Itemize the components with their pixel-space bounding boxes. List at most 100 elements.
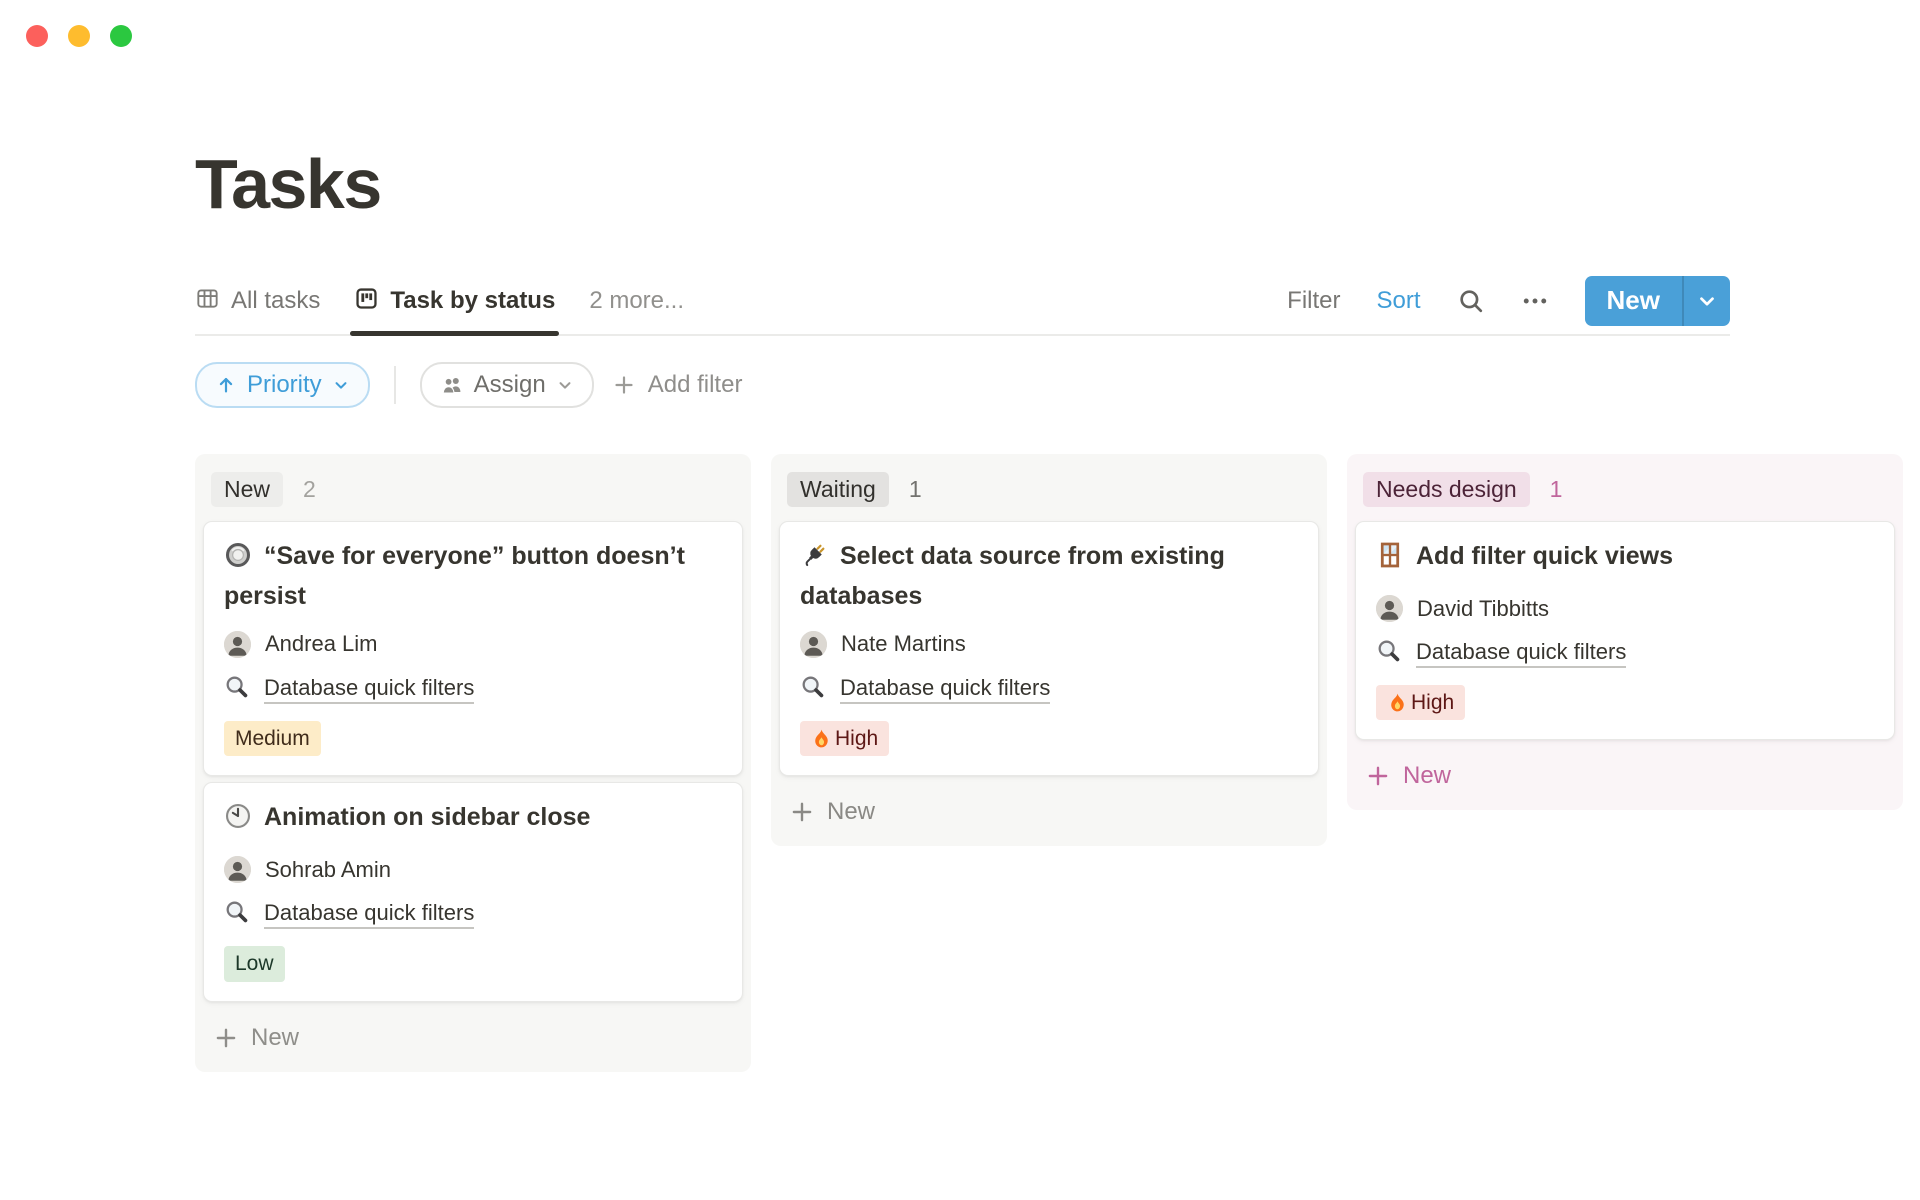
chevron-down-icon [556,376,574,394]
board: New 2 “Save for everyone” button doesn’t… [195,454,1920,1072]
tab-all-tasks[interactable]: All tasks [195,268,320,334]
sort-button[interactable]: Sort [1377,287,1421,315]
magnifier-icon [800,674,826,705]
card-title[interactable]: “Save for everyone” button doesn’t persi… [224,539,722,615]
column-count: 1 [909,476,922,503]
assignee-name: David Tibbitts [1417,596,1549,622]
assign-filter-label: Assign [474,371,546,399]
magnifier-icon [224,674,250,705]
board-icon [354,286,379,316]
person-icon [1376,595,1403,622]
chevron-down-icon [332,376,350,394]
plug-icon [800,541,828,580]
close-window-button[interactable] [26,25,48,47]
card-link-row: Database quick filters [224,674,722,705]
assign-filter-pill[interactable]: Assign [420,362,594,408]
tag-label: High [835,725,878,752]
column-count: 2 [303,476,316,503]
avatar [224,856,251,883]
tab-task-by-status-label: Task by status [390,287,555,315]
database-link[interactable]: Database quick filters [840,675,1050,704]
task-card[interactable]: Animation on sidebar close Sohrab Amin D… [203,782,743,1002]
window-controls [26,25,132,47]
column-header: Waiting 1 [779,462,1319,515]
add-filter-button[interactable]: Add filter [612,371,743,399]
card-assignee-row: David Tibbitts [1376,595,1874,622]
chevron-down-icon [1696,290,1718,312]
window-icon [1376,541,1404,580]
column-name-pill[interactable]: Needs design [1363,472,1530,507]
database-link[interactable]: Database quick filters [264,675,474,704]
priority-filter-pill[interactable]: Priority [195,362,370,408]
filter-button[interactable]: Filter [1287,287,1340,315]
card-link-row: Database quick filters [224,899,722,930]
tag-label: High [1411,689,1454,716]
page-title[interactable]: Tasks [195,148,1730,222]
board-column: Waiting 1 Select data source from existi… [771,454,1327,846]
new-button-dropdown[interactable] [1684,276,1730,326]
person-icon [224,631,251,658]
person-icon [800,631,827,658]
priority-tag: Low [224,946,285,981]
filter-bar: Priority Assign Add filter [195,362,1730,408]
person-icon [224,856,251,883]
column-new-button[interactable]: New [203,1008,743,1064]
priority-filter-label: Priority [247,371,322,399]
column-cards: Add filter quick views David Tibbitts Da… [1355,521,1895,741]
zoom-window-button[interactable] [110,25,132,47]
fire-icon [1387,692,1408,713]
view-tabbar: All tasks Task by status 2 more... Filte… [195,268,1730,336]
priority-tag: Medium [224,721,321,756]
task-card[interactable]: Select data source from existing databas… [779,521,1319,776]
new-button[interactable]: New [1585,276,1682,326]
avatar [800,631,827,658]
page-content: Tasks All tasks [0,0,1920,1072]
radio-button-icon [224,541,252,580]
tag-label: Medium [235,725,310,752]
board-column: Needs design 1 Add filter quick views Da… [1347,454,1903,811]
card-title[interactable]: Add filter quick views [1376,539,1874,580]
priority-tag: High [800,721,889,756]
board-column: New 2 “Save for everyone” button doesn’t… [195,454,751,1072]
assignee-name: Sohrab Amin [265,857,391,883]
card-title[interactable]: Select data source from existing databas… [800,539,1298,615]
tabs-more-button[interactable]: 2 more... [589,287,684,315]
column-header: Needs design 1 [1355,462,1895,515]
tab-all-tasks-label: All tasks [231,287,320,315]
ellipsis-icon[interactable] [1521,287,1549,315]
column-name-pill[interactable]: Waiting [787,472,889,507]
column-new-button[interactable]: New [779,782,1319,838]
database-link[interactable]: Database quick filters [264,900,474,929]
view-actions: Filter Sort New [1287,276,1730,326]
magnifier-icon [224,899,250,930]
task-card[interactable]: Add filter quick views David Tibbitts Da… [1355,521,1895,741]
card-assignee-row: Andrea Lim [224,631,722,658]
column-cards: “Save for everyone” button doesn’t persi… [203,521,743,1002]
minimize-window-button[interactable] [68,25,90,47]
column-new-label: New [251,1024,299,1052]
arrow-up-icon [215,374,237,396]
people-icon [440,373,464,397]
card-link-row: Database quick filters [800,674,1298,705]
column-header: New 2 [203,462,743,515]
priority-tag: High [1376,685,1465,720]
column-name-pill[interactable]: New [211,472,283,507]
table-icon [195,286,220,316]
column-new-label: New [1403,762,1451,790]
card-link-row: Database quick filters [1376,638,1874,669]
column-count: 1 [1550,476,1563,503]
add-filter-label: Add filter [648,371,743,399]
database-link[interactable]: Database quick filters [1416,639,1626,668]
column-cards: Select data source from existing databas… [779,521,1319,776]
avatar [224,631,251,658]
search-icon[interactable] [1457,287,1485,315]
filter-divider [394,366,396,404]
card-title[interactable]: Animation on sidebar close [224,800,722,841]
column-new-button[interactable]: New [1355,746,1895,802]
assignee-name: Andrea Lim [265,631,378,657]
card-assignee-row: Nate Martins [800,631,1298,658]
task-card[interactable]: “Save for everyone” button doesn’t persi… [203,521,743,776]
clock-icon [224,802,252,841]
card-assignee-row: Sohrab Amin [224,856,722,883]
tab-task-by-status[interactable]: Task by status [354,268,555,334]
